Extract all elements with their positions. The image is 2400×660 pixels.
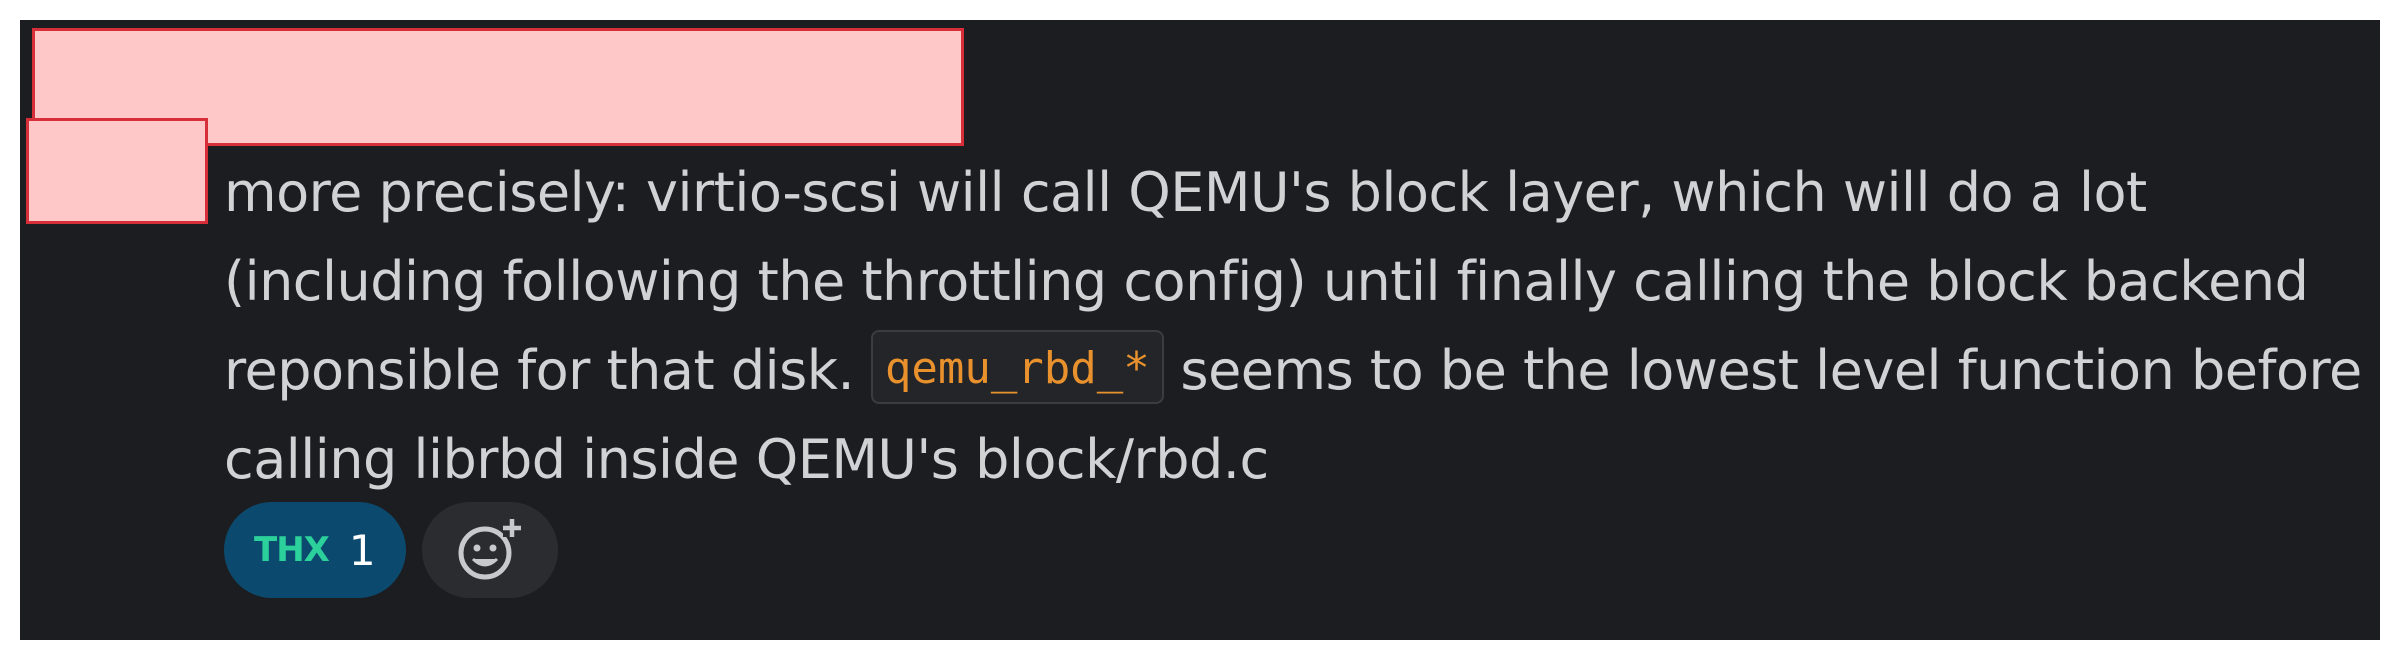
add-reaction-button[interactable] (421, 502, 558, 598)
message-line-4: calling librbd inside QEMU's block/rbd.c (224, 428, 1269, 491)
message-line-2: (including following the throttling conf… (224, 250, 2309, 313)
redacted-avatar (26, 118, 208, 224)
message-line-3: reponsible for that disk. qemu_rbd_* see… (224, 326, 2374, 415)
add-emoji-icon (458, 519, 521, 580)
message-line-1: more precisely: virtio-scsi will call QE… (224, 161, 2147, 224)
message-line-3-end: seems to be the lowest level function be… (1163, 339, 2362, 402)
inline-code: qemu_rbd_* (870, 330, 1164, 404)
reaction-thx[interactable]: THX 1 (224, 502, 406, 598)
thx-emoji-icon: THX (254, 530, 330, 570)
message-body: more precisely: virtio-scsi will call QE… (224, 148, 2374, 504)
reaction-count: 1 (348, 525, 376, 575)
reactions-bar: THX 1 (224, 502, 558, 598)
message-panel: more precisely: virtio-scsi will call QE… (20, 20, 2380, 640)
message-line-3-start: reponsible for that disk. (224, 339, 855, 402)
